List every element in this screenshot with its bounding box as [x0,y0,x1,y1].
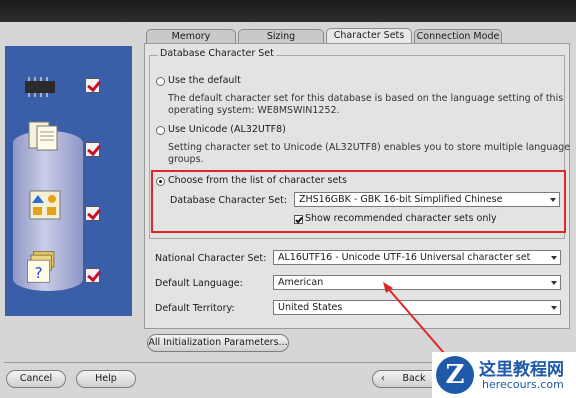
tab-memory[interactable]: Memory [146,29,236,43]
svg-text:?: ? [35,264,43,282]
chevron-left-icon: ‹ [381,373,385,384]
help-folders-icon: ? [27,251,55,283]
national-charset-label: National Character Set: [155,253,267,264]
watermark-url-text: herecours.com [482,378,564,391]
tab-connection-mode[interactable]: Connection Mode [414,29,502,43]
national-charset-select[interactable]: AL16UTF16 - Unicode UTF-16 Universal cha… [273,250,561,265]
use-default-description-line2: operating system: WE8MSWIN1252. [168,105,340,116]
documents-icon [28,121,58,151]
default-language-label: Default Language: [155,278,243,289]
wizard-side-panel: ? [5,46,132,316]
step-check-mark [85,268,100,283]
use-unicode-description-line1: Setting character set to Unicode (AL32UT… [168,142,571,153]
default-territory-value: United States [278,302,343,313]
group-title: Database Character Set [158,48,276,59]
back-button-label: Back [402,373,426,384]
use-default-description-line1: The default character set for this datab… [168,93,564,104]
shapes-icon [29,190,61,220]
watermark-z-icon: Z [436,356,474,394]
use-default-radio[interactable] [156,77,165,86]
watermark-cn-text: 这里教程网 [479,360,564,380]
step-check-mark [85,78,100,93]
use-unicode-label: Use Unicode (AL32UTF8) [168,124,286,135]
window-title-bar [0,0,576,22]
chevron-down-icon [551,256,557,260]
default-territory-label: Default Territory: [155,303,235,314]
step-check-mark [85,206,100,221]
chevron-down-icon [551,281,557,285]
tab-character-sets[interactable]: Character Sets [326,28,412,44]
use-default-label: Use the default [168,75,241,86]
watermark-logo: Z 这里教程网 herecours.com [432,352,576,398]
national-charset-value: AL16UTF16 - Unicode UTF-16 Universal cha… [278,252,531,263]
use-unicode-radio[interactable] [156,126,165,135]
cancel-button[interactable]: Cancel [6,370,66,388]
all-initialization-parameters-button[interactable]: All Initialization Parameters... [147,334,289,352]
use-unicode-description-line2: groups. [168,154,204,165]
tab-sizing[interactable]: Sizing [238,29,324,43]
step-check-mark [85,142,100,157]
highlight-annotation-box [151,170,566,233]
chip-icon [25,77,55,97]
help-button[interactable]: Help [76,370,136,388]
default-language-value: American [278,277,324,288]
chevron-down-icon [551,306,557,310]
